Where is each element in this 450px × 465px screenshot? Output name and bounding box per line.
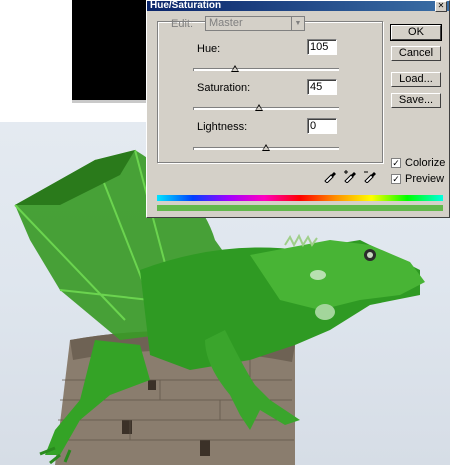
close-icon: ✕ bbox=[437, 1, 445, 10]
hue-saturation-dialog: Hue/Saturation ✕ Edit: Master ▼ Hue: 105… bbox=[146, 0, 450, 218]
chevron-down-icon: ▼ bbox=[291, 17, 304, 30]
saturation-input[interactable]: 45 bbox=[307, 79, 337, 95]
checkmark-icon: ✓ bbox=[392, 158, 400, 168]
eyedropper-subtract-icon[interactable] bbox=[363, 169, 377, 183]
load-button[interactable]: Load... bbox=[391, 72, 441, 87]
hue-label: Hue: bbox=[197, 43, 221, 55]
adjusted-spectrum-bar bbox=[157, 205, 443, 211]
lightness-input[interactable]: 0 bbox=[307, 118, 337, 134]
adjustment-group bbox=[157, 21, 383, 163]
lightness-slider-knob[interactable] bbox=[262, 144, 270, 151]
ok-button[interactable]: OK bbox=[390, 24, 442, 41]
edit-label: Edit: bbox=[171, 18, 194, 30]
eyedropper-add-icon[interactable] bbox=[343, 169, 357, 183]
checkmark-icon: ✓ bbox=[392, 174, 400, 184]
dialog-title: Hue/Saturation bbox=[150, 1, 222, 11]
preview-checkbox[interactable]: ✓ bbox=[391, 174, 401, 184]
colorize-label: Colorize bbox=[405, 157, 446, 169]
hue-slider-track[interactable] bbox=[193, 68, 339, 71]
close-button[interactable]: ✕ bbox=[435, 1, 447, 12]
hue-input[interactable]: 105 bbox=[307, 39, 337, 55]
saturation-slider-knob[interactable] bbox=[254, 104, 263, 111]
eyedropper-icon[interactable] bbox=[323, 169, 337, 183]
colorize-checkbox[interactable]: ✓ bbox=[391, 158, 401, 168]
saturation-slider-track[interactable] bbox=[193, 107, 339, 110]
cancel-button[interactable]: Cancel bbox=[391, 46, 441, 61]
preview-label: Preview bbox=[405, 173, 445, 185]
dialog-titlebar: Hue/Saturation bbox=[147, 1, 449, 11]
lightness-label: Lightness: bbox=[197, 121, 248, 133]
hue-slider-knob[interactable] bbox=[231, 65, 240, 72]
hue-spectrum-bar bbox=[157, 195, 443, 201]
saturation-label: Saturation: bbox=[197, 82, 251, 94]
edit-select[interactable]: Master ▼ bbox=[205, 16, 305, 31]
edit-select-value: Master bbox=[209, 17, 243, 29]
save-button[interactable]: Save... bbox=[391, 93, 441, 108]
